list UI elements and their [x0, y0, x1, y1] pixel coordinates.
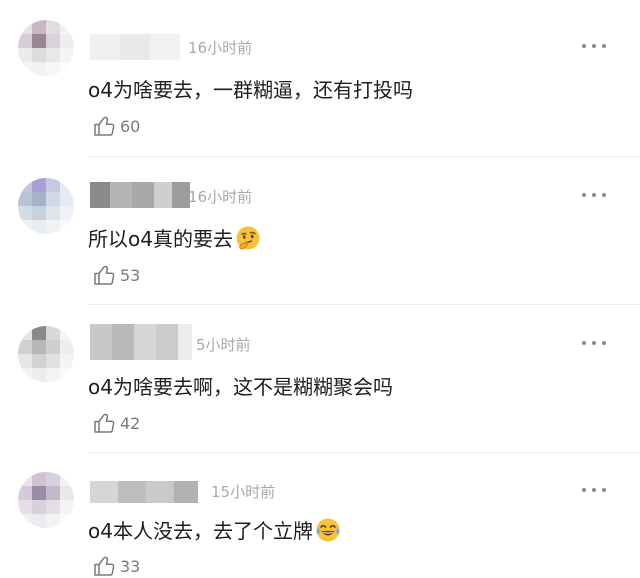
comment-time: 5小时前: [196, 336, 251, 354]
comment-text: 所以o4真的要去: [88, 223, 261, 252]
divider: [88, 156, 640, 157]
username-blurred[interactable]: [90, 182, 190, 208]
comment-time: 15小时前: [211, 483, 276, 501]
comment-text: o4本人没去，去了个立牌: [88, 515, 341, 544]
comment-text-content: 所以o4真的要去: [88, 227, 233, 251]
thumbs-up-icon: [94, 413, 115, 433]
divider: [88, 452, 640, 453]
divider: [88, 304, 640, 305]
thumbs-up-icon: [94, 556, 115, 576]
like-button[interactable]: 42: [92, 411, 140, 435]
like-button[interactable]: 60: [92, 114, 140, 138]
comment-time: 16小时前: [188, 188, 253, 206]
comment-text-content: o4本人没去，去了个立牌: [88, 519, 313, 543]
comment-text: o4为啥要去啊，这不是糊糊聚会吗: [88, 375, 393, 399]
avatar[interactable]: [18, 178, 74, 234]
more-dots-icon[interactable]: [582, 42, 606, 50]
tears-of-joy-emoji: [316, 518, 340, 542]
avatar[interactable]: [18, 472, 74, 528]
like-count: 42: [120, 413, 141, 433]
more-dots-icon[interactable]: [582, 191, 606, 199]
comment-time: 16小时前: [188, 39, 253, 57]
avatar[interactable]: [18, 20, 74, 76]
username-blurred[interactable]: [90, 324, 192, 360]
thinking-face-emoji: [236, 226, 260, 250]
like-button[interactable]: 33: [92, 554, 140, 578]
comment-text: o4为啥要去，一群糊逼，还有打投吗: [88, 78, 413, 102]
like-count: 60: [120, 116, 141, 136]
username-blurred[interactable]: [90, 34, 180, 60]
avatar[interactable]: [18, 326, 74, 382]
more-dots-icon[interactable]: [582, 339, 606, 347]
username-blurred[interactable]: [90, 481, 198, 503]
thumbs-up-icon: [94, 265, 115, 285]
like-count: 33: [120, 556, 141, 576]
like-button[interactable]: 53: [92, 263, 140, 287]
more-dots-icon[interactable]: [582, 486, 606, 494]
like-count: 53: [120, 265, 141, 285]
thumbs-up-icon: [94, 116, 115, 136]
